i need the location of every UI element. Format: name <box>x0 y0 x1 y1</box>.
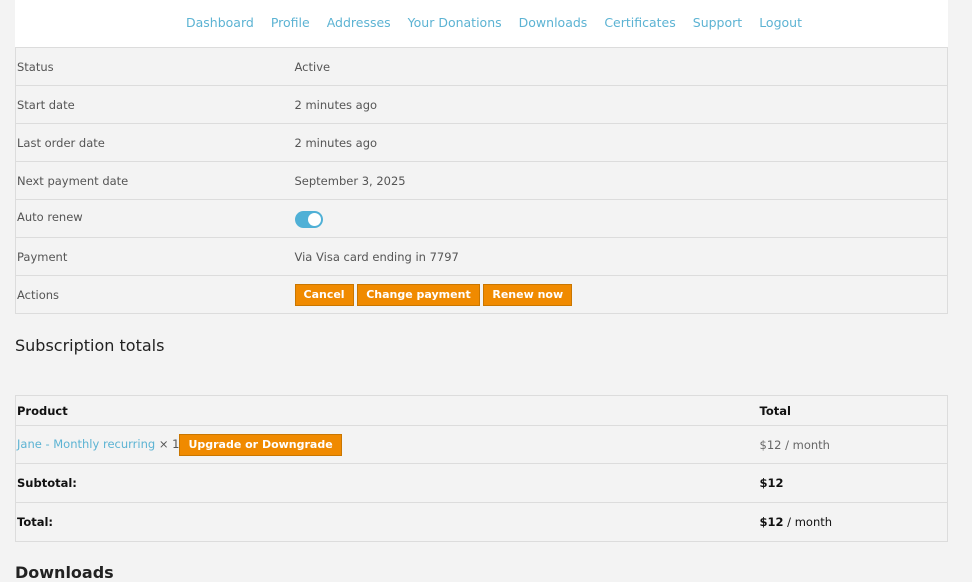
last-order-date-label: Last order date <box>15 123 295 162</box>
actions-cell: Cancel Change payment Renew now <box>294 275 948 314</box>
product-total: $12 / month <box>759 425 948 464</box>
nav-links: Dashboard Profile Addresses Your Donatio… <box>15 0 948 31</box>
product-cell: Jane - Monthly recurring × 1 Upgrade or D… <box>15 425 760 464</box>
status-value: Active <box>294 47 948 86</box>
actions-row: Actions Cancel Change payment Renew now <box>15 275 948 314</box>
next-payment-date-label: Next payment date <box>15 161 295 200</box>
start-date-label: Start date <box>15 85 295 124</box>
subtotal-row: Subtotal: $12 <box>15 463 948 503</box>
payment-row: Payment Via Visa card ending in 7797 <box>15 237 948 276</box>
subscription-details-table: Status Active Start date 2 minutes ago L… <box>15 47 948 314</box>
auto-renew-toggle[interactable] <box>294 210 323 228</box>
renew-now-button[interactable]: Renew now <box>483 283 573 306</box>
nav-profile[interactable]: Profile <box>271 15 310 31</box>
toggle-knob <box>307 212 321 226</box>
nav-downloads[interactable]: Downloads <box>519 15 588 31</box>
auto-renew-cell <box>294 199 948 238</box>
payment-label: Payment <box>15 237 295 276</box>
start-date-value: 2 minutes ago <box>294 85 948 124</box>
nav-dashboard[interactable]: Dashboard <box>186 15 254 31</box>
product-link[interactable]: Jane - Monthly recurring <box>17 437 155 451</box>
status-label: Status <box>15 47 295 86</box>
subtotal-label: Subtotal: <box>15 463 760 503</box>
account-navigation: Dashboard Profile Addresses Your Donatio… <box>15 0 948 48</box>
nav-addresses[interactable]: Addresses <box>327 15 391 31</box>
last-order-date-value: 2 minutes ago <box>294 123 948 162</box>
change-payment-button[interactable]: Change payment <box>357 283 480 306</box>
totals-header-row: Product Total <box>15 395 948 426</box>
table-row: Jane - Monthly recurring × 1 Upgrade or D… <box>15 425 948 464</box>
total-amount: $12 <box>759 515 784 529</box>
status-row: Status Active <box>15 47 948 86</box>
subtotal-value: $12 <box>759 463 948 503</box>
next-payment-date-row: Next payment date September 3, 2025 <box>15 161 948 200</box>
nav-logout[interactable]: Logout <box>759 15 802 31</box>
product-quantity: × 1 <box>158 436 180 451</box>
total-label: Total: <box>15 502 760 542</box>
next-payment-date-value: September 3, 2025 <box>294 161 948 200</box>
last-order-date-row: Last order date 2 minutes ago <box>15 123 948 162</box>
nav-support[interactable]: Support <box>693 15 742 31</box>
subscription-totals-title: Subscription totals <box>15 336 165 355</box>
nav-certificates[interactable]: Certificates <box>604 15 675 31</box>
col-total-header: Total <box>759 395 948 426</box>
nav-your-donations[interactable]: Your Donations <box>408 15 502 31</box>
auto-renew-label: Auto renew <box>15 199 295 238</box>
subscription-totals-table: Product Total Jane - Monthly recurring ×… <box>15 395 948 542</box>
total-row: Total: $12 / month <box>15 502 948 542</box>
upgrade-downgrade-button[interactable]: Upgrade or Downgrade <box>179 433 342 456</box>
col-product-header: Product <box>15 395 760 426</box>
downloads-heading: Downloads <box>15 563 114 582</box>
total-period: / month <box>783 515 833 529</box>
start-date-row: Start date 2 minutes ago <box>15 85 948 124</box>
auto-renew-row: Auto renew <box>15 199 948 238</box>
total-value: $12 / month <box>759 502 948 542</box>
payment-value: Via Visa card ending in 7797 <box>294 237 948 276</box>
actions-label: Actions <box>15 275 295 314</box>
cancel-button[interactable]: Cancel <box>294 283 354 306</box>
